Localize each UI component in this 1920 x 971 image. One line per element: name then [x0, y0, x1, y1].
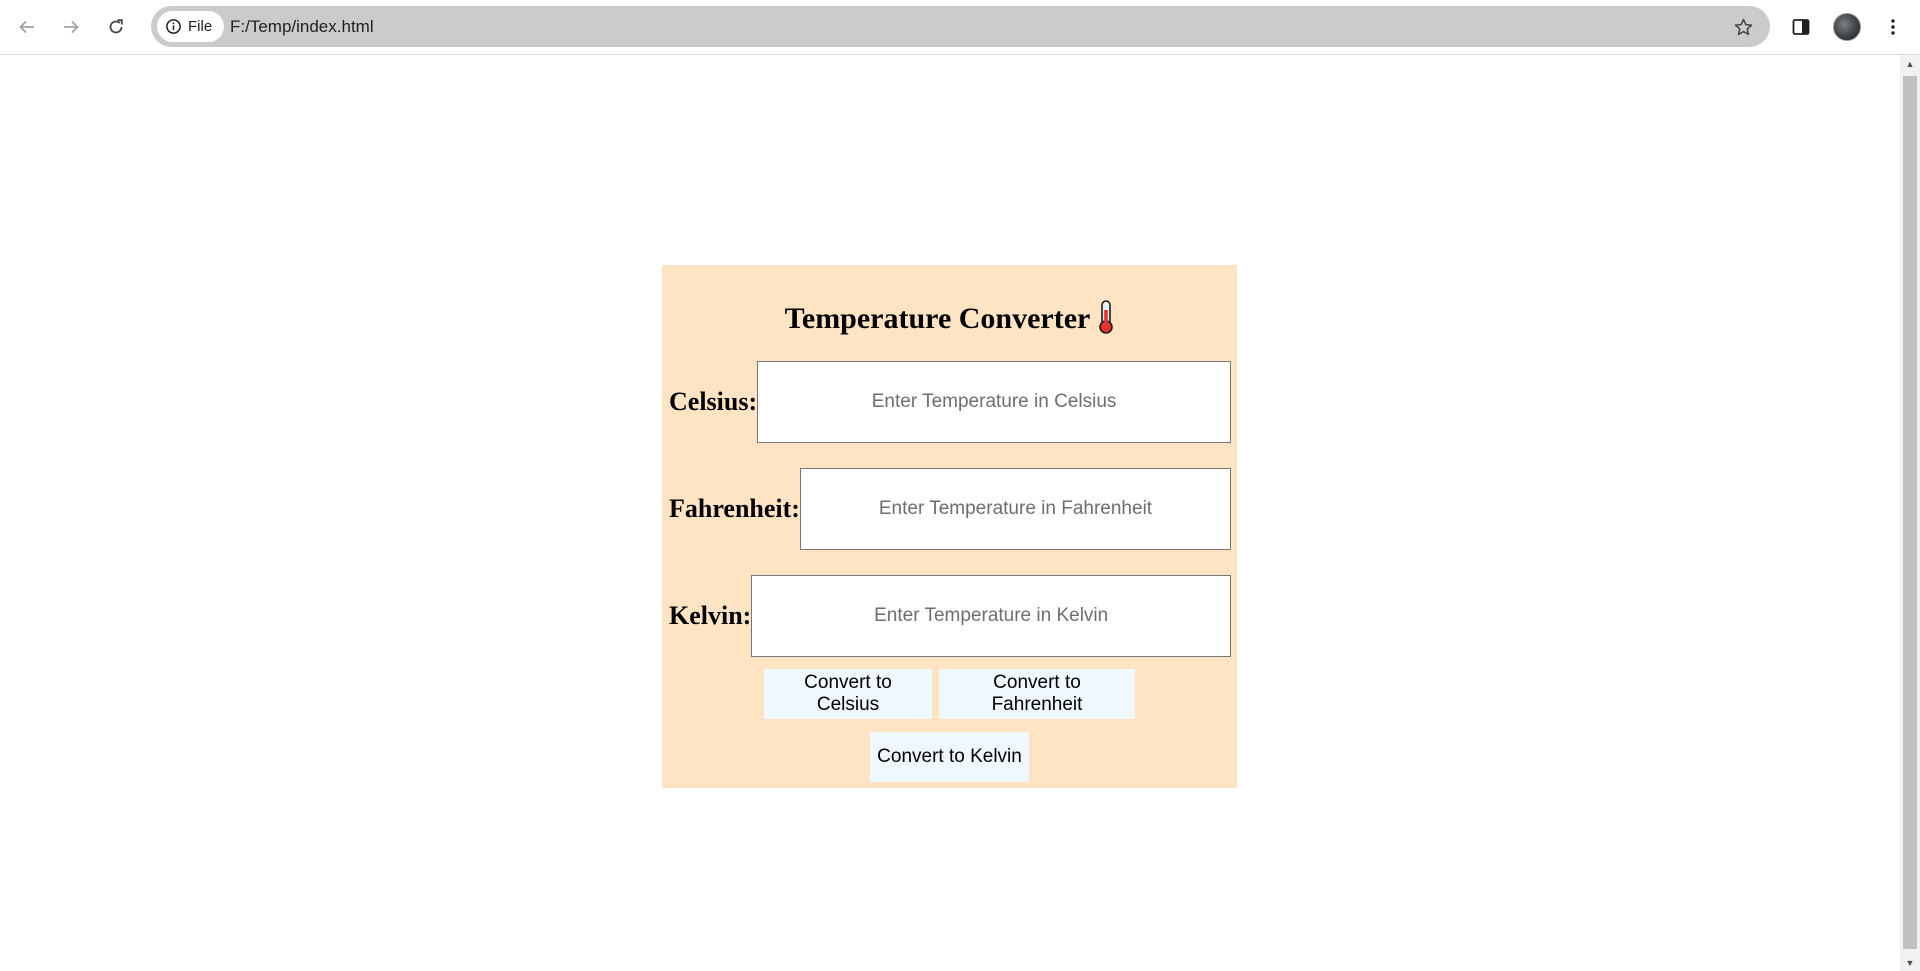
- browser-menu-button[interactable]: [1874, 8, 1912, 46]
- scroll-up-arrow-icon[interactable]: ▲: [1900, 55, 1920, 72]
- site-info-label: File: [188, 18, 213, 35]
- avatar: [1833, 13, 1861, 41]
- forward-button[interactable]: [52, 8, 90, 46]
- profile-button[interactable]: [1828, 8, 1866, 46]
- fahrenheit-row: Fahrenheit:: [669, 468, 1231, 550]
- reload-icon: [109, 19, 123, 34]
- convert-to-fahrenheit-button[interactable]: Convert to Fahrenheit: [939, 669, 1135, 719]
- address-bar[interactable]: File F:/Temp/index.html: [151, 6, 1770, 47]
- fahrenheit-input[interactable]: [799, 468, 1231, 550]
- vertical-scrollbar[interactable]: ▲ ▼: [1900, 55, 1920, 971]
- info-icon: [166, 19, 181, 34]
- star-icon: [1734, 18, 1752, 35]
- arrow-right-icon: [64, 20, 79, 34]
- kelvin-row: Kelvin:: [669, 575, 1231, 657]
- site-info-chip[interactable]: File: [157, 11, 225, 42]
- arrow-left-icon: [19, 20, 34, 34]
- kebab-menu-icon: [1891, 19, 1895, 35]
- scroll-thumb[interactable]: [1903, 76, 1917, 949]
- fahrenheit-label: Fahrenheit:: [669, 494, 800, 523]
- title-text: Temperature Converter: [784, 302, 1091, 335]
- bookmark-button[interactable]: [1730, 14, 1756, 40]
- url-text[interactable]: F:/Temp/index.html: [230, 6, 374, 47]
- converter-card: Temperature Converter Celsius: Fahrenhei…: [662, 265, 1237, 788]
- scroll-down-arrow-icon[interactable]: ▼: [1900, 954, 1920, 971]
- kelvin-label: Kelvin:: [669, 601, 752, 630]
- celsius-row: Celsius:: [669, 361, 1231, 443]
- reload-button[interactable]: [97, 8, 135, 46]
- celsius-label: Celsius:: [669, 387, 758, 416]
- convert-to-celsius-button[interactable]: Convert to Celsius: [764, 669, 932, 719]
- page-title: Temperature Converter: [662, 299, 1237, 345]
- thermometer-icon: [1098, 300, 1114, 345]
- side-panel-icon: [1792, 19, 1810, 35]
- kelvin-input[interactable]: [751, 575, 1231, 657]
- celsius-input[interactable]: [757, 361, 1231, 443]
- side-panel-button[interactable]: [1782, 8, 1820, 46]
- convert-to-kelvin-button[interactable]: Convert to Kelvin: [870, 732, 1029, 782]
- browser-toolbar: File F:/Temp/index.html: [0, 0, 1920, 55]
- back-button[interactable]: [8, 8, 46, 46]
